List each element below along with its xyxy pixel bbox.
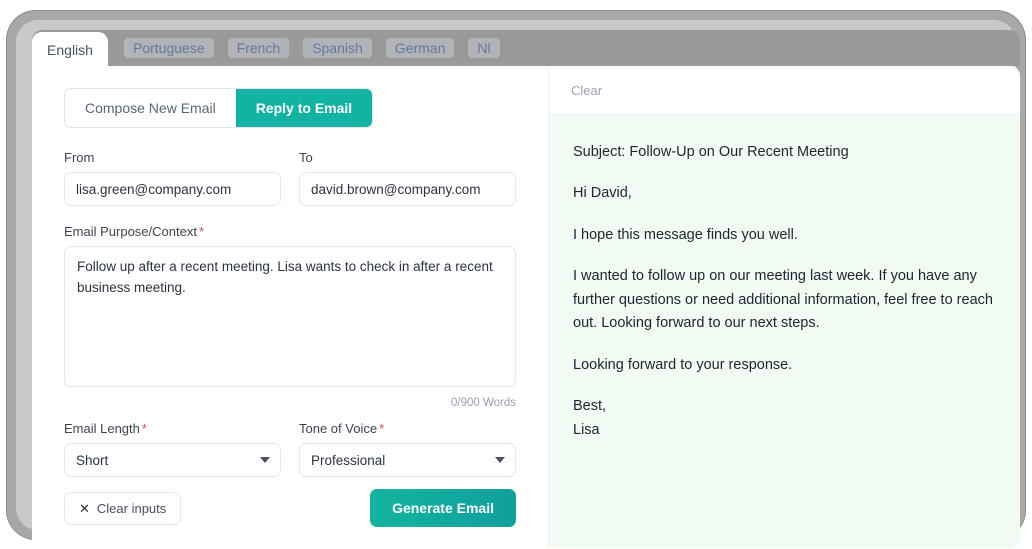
purpose-label-text: Email Purpose/Context — [64, 224, 197, 239]
reply-to-email-tab[interactable]: Reply to Email — [235, 89, 373, 127]
email-length-group: Email Length * Short — [64, 421, 281, 477]
email-length-select-wrap: Short — [64, 443, 281, 477]
purpose-label: Email Purpose/Context * — [64, 224, 516, 239]
language-tab-portuguese[interactable]: Portuguese — [124, 38, 214, 58]
language-tab-french[interactable]: French — [227, 38, 290, 58]
output-body-paragraph: I wanted to follow up on our meeting las… — [573, 268, 993, 332]
device-bezel: Portuguese French Spanish German Nl Engl… — [6, 10, 1026, 548]
mode-toggle-group: Compose New Email Reply to Email — [64, 88, 374, 128]
from-field-group: From — [64, 150, 281, 206]
email-output-pane: Clear Subject: Follow-Up on Our Recent M… — [548, 66, 1020, 548]
language-tab-spanish[interactable]: Spanish — [303, 38, 372, 58]
language-tab-german[interactable]: German — [385, 38, 455, 58]
email-length-select[interactable]: Short — [64, 443, 281, 477]
output-subject-line: Subject: Follow-Up on Our Recent Meeting — [573, 144, 849, 160]
to-input[interactable] — [299, 172, 516, 206]
tone-of-voice-required-asterisk: * — [379, 421, 385, 436]
clear-inputs-button[interactable]: ✕ Clear inputs — [64, 491, 182, 525]
tone-of-voice-label: Tone of Voice * — [299, 421, 516, 436]
email-form-pane: Compose New Email Reply to Email From To — [32, 66, 548, 548]
word-counter: 0/900 Words — [451, 397, 516, 409]
language-tab-strip: Portuguese French Spanish German Nl — [32, 30, 1020, 66]
to-label: To — [299, 150, 313, 165]
output-signoff: Best, — [573, 398, 607, 415]
purpose-required-asterisk: * — [198, 224, 205, 239]
output-closing: Looking forward to your response. — [573, 356, 793, 373]
from-label: From — [64, 150, 95, 165]
tone-of-voice-select[interactable]: Professional — [299, 443, 516, 477]
email-length-label-text: Email Length — [64, 421, 140, 436]
clear-output-button[interactable]: Clear — [571, 83, 602, 98]
generate-email-button[interactable]: Generate Email — [370, 489, 516, 527]
length-tone-row: Email Length * Short Tone of Voice * Pro… — [64, 421, 516, 477]
tone-of-voice-group: Tone of Voice * Professional — [299, 421, 516, 477]
language-tab-list[interactable]: Portuguese French Spanish German Nl — [124, 38, 500, 58]
output-opening: I hope this message finds you well. — [573, 226, 798, 243]
compose-new-email-tab[interactable]: Compose New Email — [65, 89, 236, 127]
output-header: Clear — [549, 66, 1020, 115]
email-generator-window: Compose New Email Reply to Email From To — [32, 66, 1020, 548]
language-tab-nl[interactable]: Nl — [468, 38, 500, 58]
tone-of-voice-select-wrap: Professional — [299, 443, 516, 477]
from-input[interactable] — [64, 172, 281, 206]
email-length-label: Email Length * — [64, 421, 281, 436]
output-signature: Lisa — [573, 421, 600, 438]
purpose-field-group: Email Purpose/Context * Follow up after a… — [64, 224, 516, 409]
clear-inputs-label: Clear inputs — [96, 500, 167, 516]
generated-email-body[interactable]: Subject: Follow-Up on Our Recent Meeting… — [549, 115, 1020, 548]
close-x-icon: ✕ — [79, 500, 90, 516]
from-to-row: From To — [64, 150, 516, 206]
to-field-group: To — [299, 150, 516, 206]
language-tab-english[interactable]: English — [32, 32, 108, 68]
language-tab-english-label: English — [47, 42, 93, 58]
tone-of-voice-label-text: Tone of Voice — [299, 421, 378, 436]
device-bezel-inner: Portuguese French Spanish German Nl Engl… — [16, 20, 1020, 548]
purpose-textarea[interactable]: Follow up after a recent meeting. Lisa w… — [64, 246, 516, 387]
output-greeting: Hi David, — [573, 185, 632, 202]
form-actions-bar: ✕ Clear inputs Generate Email — [64, 489, 516, 527]
email-length-required-asterisk: * — [141, 421, 147, 436]
